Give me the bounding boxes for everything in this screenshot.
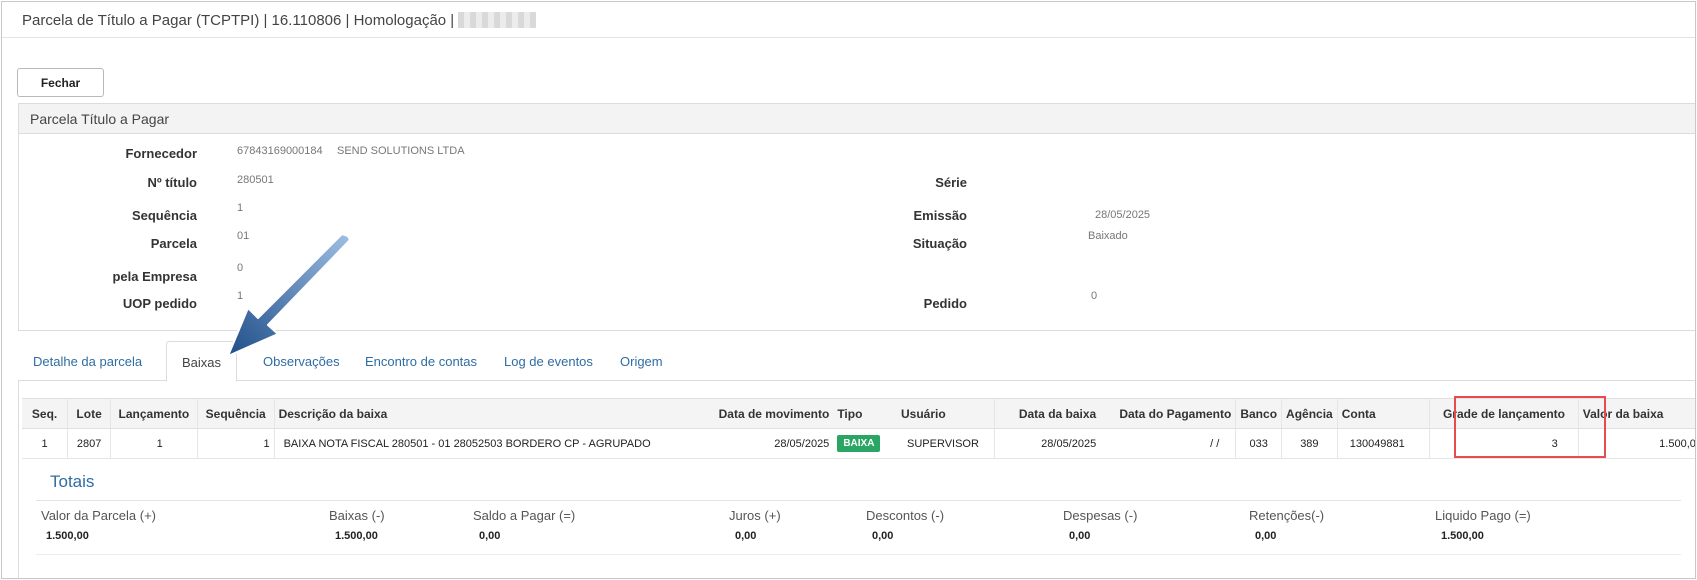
total-value-despesas: 0,00 (1069, 530, 1091, 542)
fornecedor-name: SEND SOLUTIONS LTDA (337, 145, 465, 157)
total-label-juros: Juros (+) (729, 508, 781, 523)
cell-lancamento: 1 (110, 428, 198, 459)
totais-title: Totais (50, 472, 95, 491)
col-sequencia[interactable]: Sequência (197, 398, 275, 429)
col-data-movimento[interactable]: Data de movimento (714, 398, 834, 429)
fornecedor-code: 67843169000184 (237, 145, 323, 157)
situacao-label: Situação (912, 236, 967, 251)
total-label-saldo: Saldo a Pagar (=) (473, 508, 576, 523)
total-value-descontos: 0,00 (872, 530, 894, 542)
cell-tipo: BAIXA (833, 428, 897, 459)
tab-encontro-de-contas[interactable]: Encontro de contas (350, 341, 492, 381)
emissao-label: Emissão (913, 208, 967, 223)
col-lote[interactable]: Lote (67, 398, 111, 429)
total-value-saldo: 0,00 (479, 530, 501, 542)
cell-descricao: BAIXA NOTA FISCAL 280501 - 01 28052503 B… (274, 428, 715, 459)
panel-title: Parcela Título a Pagar (19, 104, 1695, 134)
cell-banco: 033 (1235, 428, 1283, 459)
total-label-baixas: Baixas (-) (329, 508, 385, 523)
total-value-valor-parcela: 1.500,00 (46, 530, 89, 542)
cell-lote: 2807 (67, 428, 111, 459)
cell-seq: 1 (22, 428, 69, 459)
titulo-value: 280501 (237, 174, 274, 186)
baixas-table: Seq. Lote Lançamento Sequência Descrição… (22, 398, 1695, 459)
annotation-arrow-icon (227, 233, 351, 357)
window-titlebar: Parcela de Título a Pagar (TCPTPI) | 16.… (2, 2, 1695, 38)
cell-data-movimento: 28/05/2025 (714, 428, 834, 459)
tipo-badge: BAIXA (837, 435, 881, 452)
uop-label: UOP pedido (122, 296, 197, 311)
parcela-label: Parcela (150, 236, 197, 251)
col-lancamento[interactable]: Lançamento (110, 398, 198, 429)
col-seq[interactable]: Seq. (22, 398, 69, 429)
tab-origem[interactable]: Origem (605, 341, 678, 381)
cell-data-pagamento: / / (1100, 428, 1237, 459)
app-window: Parcela de Título a Pagar (TCPTPI) | 16.… (1, 1, 1696, 579)
col-data-baixa[interactable]: Data da baixa (994, 398, 1101, 429)
baixas-content: Seq. Lote Lançamento Sequência Descrição… (18, 381, 1695, 578)
col-descricao[interactable]: Descrição da baixa (274, 398, 715, 429)
tab-detalhe-da-parcela[interactable]: Detalhe da parcela (18, 341, 157, 381)
col-tipo[interactable]: Tipo (833, 398, 897, 429)
emissao-value: 28/05/2025 (1095, 209, 1151, 221)
col-banco[interactable]: Banco (1235, 398, 1283, 429)
cell-usuario: SUPERVISOR (897, 428, 996, 459)
total-label-descontos: Descontos (-) (866, 508, 945, 523)
cell-sequencia: 1 (197, 428, 275, 459)
close-button[interactable]: Fechar (17, 68, 104, 97)
col-data-pagamento[interactable]: Data do Pagamento (1100, 398, 1237, 429)
empresa-label: pela Empresa (112, 269, 197, 284)
total-label-valor-parcela: Valor da Parcela (+) (41, 508, 157, 523)
highlight-box (1454, 396, 1606, 458)
redacted-environment (458, 12, 537, 28)
cell-conta: 130049881 (1337, 428, 1431, 459)
table-row[interactable]: 1 2807 1 1 BAIXA NOTA FISCAL 280501 - 01… (22, 428, 1695, 459)
cell-agencia: 389 (1281, 428, 1338, 459)
window-title: Parcela de Título a Pagar (TCPTPI) | 16.… (22, 12, 455, 29)
situacao-value: Baixado (1088, 230, 1128, 242)
fornecedor-label: Fornecedor (125, 146, 197, 161)
pedido-label: Pedido (923, 296, 967, 311)
table-header-row: Seq. Lote Lançamento Sequência Descrição… (22, 398, 1695, 429)
sequencia-value: 1 (237, 202, 244, 214)
total-label-retencoes: Retenções(-) (1249, 508, 1325, 523)
serie-label: Série (935, 175, 967, 190)
total-value-liquido: 1.500,00 (1441, 530, 1484, 542)
col-conta[interactable]: Conta (1337, 398, 1431, 429)
col-agencia[interactable]: Agência (1281, 398, 1338, 429)
cell-data-baixa: 28/05/2025 (994, 428, 1101, 459)
totais-bottom-divider (36, 554, 1681, 555)
total-label-liquido: Liquido Pago (=) (1435, 508, 1531, 523)
totais-divider (36, 500, 1681, 501)
total-value-baixas: 1.500,00 (335, 530, 378, 542)
titulo-label: Nº título (147, 175, 197, 190)
total-value-retencoes: 0,00 (1255, 530, 1277, 542)
col-usuario[interactable]: Usuário (897, 398, 996, 429)
sequencia-label: Sequência (131, 208, 197, 223)
total-label-despesas: Despesas (-) (1063, 508, 1138, 523)
pedido-value: 0 (1091, 290, 1098, 302)
total-value-juros: 0,00 (735, 530, 757, 542)
tab-log-de-eventos[interactable]: Log de eventos (489, 341, 608, 381)
